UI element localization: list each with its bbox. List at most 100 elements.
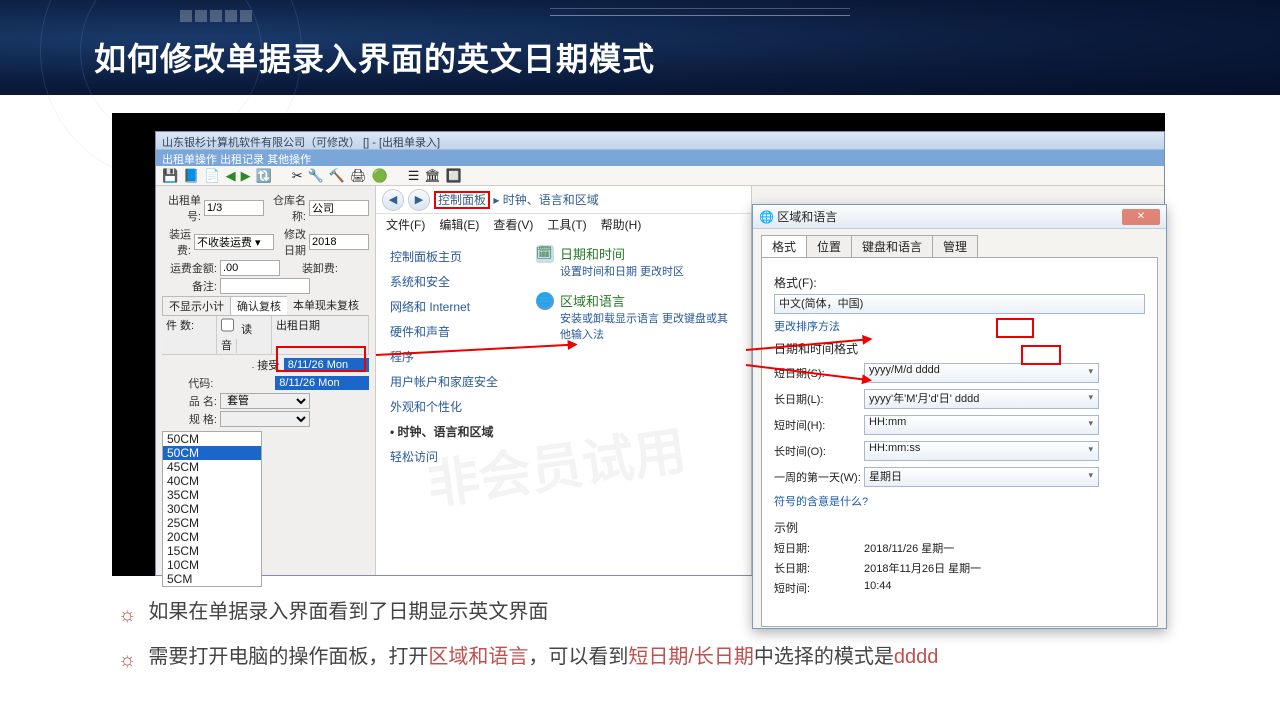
tab-hide[interactable]: 不显示小计 (162, 296, 231, 315)
sidebar-item-users[interactable]: 用户帐户和家庭安全 (388, 369, 518, 394)
app-titlebar: 山东银杉计算机软件有限公司（可修改） [] - [出租单录入] (156, 132, 1164, 150)
form-panel: 出租单号:仓库名称: 装运费:修改日期 运费金额:装卸费: 备注: 不显示小计 … (156, 186, 376, 575)
print-icon[interactable]: 🖨 (350, 168, 367, 184)
sidebar-item-network[interactable]: 网络和 Internet (388, 294, 518, 319)
size-listbox[interactable]: 50CM 50CM 45CM 40CM 35CM 30CM 25CM 20CM … (162, 431, 262, 587)
tool2-icon[interactable]: 🔨 (329, 168, 345, 184)
ex-ldate-val: 2018年11月26日 星期一 (864, 560, 981, 576)
select-firstday[interactable]: 星期日 (864, 467, 1099, 487)
tab-admin[interactable]: 管理 (932, 235, 978, 257)
tab-location[interactable]: 位置 (806, 235, 852, 257)
select-ship[interactable] (194, 234, 274, 250)
cp-item-region[interactable]: 🌐区域和语言 (536, 291, 739, 310)
cp-item-region-sub[interactable]: 安装或卸载显示语言 更改键盘或其他输入法 (560, 310, 739, 342)
ex-ldate-label: 长日期: (774, 560, 864, 576)
label-ship: 装运费: (162, 226, 191, 258)
ex-stime-val: 10:44 (864, 580, 892, 596)
label-name: 品 名: (162, 393, 217, 409)
sidebar-item-ease[interactable]: 轻松访问 (388, 444, 518, 469)
cp-sidebar: 控制面板主页 系统和安全 网络和 Internet 硬件和声音 程序 用户帐户和… (388, 244, 518, 469)
refresh-icon[interactable]: 🔃 (256, 168, 272, 184)
list-item[interactable]: 10CM (163, 558, 261, 572)
link-sort[interactable]: 更改排序方法 (774, 318, 1145, 334)
tool-icon[interactable]: 🔧 (308, 168, 324, 184)
next-icon[interactable]: ▶ (241, 168, 251, 184)
control-panel-window: ◀ ▶ 控制面板 ▸ 时钟、语言和区域 文件(F) 编辑(E) 查看(V) 工具… (376, 186, 752, 575)
prev-icon[interactable]: ◀ (226, 168, 236, 184)
list-item[interactable]: 5CM (163, 572, 261, 586)
code-date[interactable]: 8/11/26 Mon (275, 376, 369, 390)
cp-menubar[interactable]: 文件(F) 编辑(E) 查看(V) 工具(T) 帮助(H) (376, 214, 751, 234)
list-item[interactable]: 30CM (163, 502, 261, 516)
sidebar-item-system[interactable]: 系统和安全 (388, 269, 518, 294)
input-amt[interactable] (220, 260, 280, 276)
menu-tools[interactable]: 工具(T) (547, 216, 586, 233)
sidebar-item-appearance[interactable]: 外观和个性化 (388, 394, 518, 419)
sidebar-item-hardware[interactable]: 硬件和声音 (388, 319, 518, 344)
sidebar-item-clock[interactable]: 时钟、语言和区域 (388, 419, 518, 444)
menu-view[interactable]: 查看(V) (493, 216, 533, 233)
menu-file[interactable]: 文件(F) (386, 216, 425, 233)
sidebar-item-home[interactable]: 控制面板主页 (388, 244, 518, 269)
input-bill[interactable] (204, 200, 264, 216)
forward-icon[interactable]: ▶ (408, 189, 430, 211)
breadcrumb-clock[interactable]: 时钟、语言和区域 (503, 193, 599, 207)
list-item[interactable]: 20CM (163, 530, 261, 544)
app-toolbar[interactable]: 💾 📘 📄 ◀ ▶ 🔃 ✂ 🔧 🔨 🖨 🟢 ☰ 🏛 🔲 (156, 166, 1164, 186)
screenshot-container: 山东银杉计算机软件有限公司（可修改） [] - [出租单录入] 出租单操作 出租… (112, 113, 1165, 576)
input-wh[interactable] (309, 200, 369, 216)
select-name[interactable]: 套管 (220, 393, 310, 409)
close-icon[interactable]: ✕ (1122, 209, 1160, 225)
menu-edit[interactable]: 编辑(E) (439, 216, 479, 233)
select-ldate[interactable]: yyyy'年'M'月'd'日' dddd (864, 389, 1099, 409)
app-menu[interactable]: 出租单操作 出租记录 其他操作 (156, 150, 1164, 166)
label-ltime: 长时间(O): (774, 443, 864, 459)
app-window: 山东银杉计算机软件有限公司（可修改） [] - [出租单录入] 出租单操作 出租… (155, 131, 1165, 576)
save-icon[interactable]: 💾 (162, 168, 178, 184)
input-note[interactable] (220, 278, 310, 294)
link-symbols[interactable]: 符号的含意是什么? (774, 493, 1145, 509)
menu-help[interactable]: 帮助(H) (601, 216, 642, 233)
highlight-sdate-dddd (996, 318, 1034, 338)
tab-confirm[interactable]: 确认复核 (230, 296, 288, 315)
label-stime: 短时间(H): (774, 417, 864, 433)
label-code: 代码: (162, 375, 213, 391)
list-item[interactable]: 40CM (163, 474, 261, 488)
slide-title: 如何修改单据录入界面的英文日期模式 (94, 34, 655, 80)
list-item[interactable]: 25CM (163, 516, 261, 530)
col-count: 件 数: (162, 316, 217, 354)
select-spec[interactable] (220, 411, 310, 427)
list-icon[interactable]: ☰ (408, 168, 420, 184)
list-item[interactable]: 15CM (163, 544, 261, 558)
book-icon[interactable]: 📘 (183, 168, 199, 184)
chk-read[interactable] (221, 317, 234, 333)
pipe-icon[interactable]: 🔲 (446, 168, 462, 184)
list-item[interactable]: 45CM (163, 460, 261, 474)
bullet-1: 如果在单据录入界面看到了日期显示英文界面 (148, 594, 548, 630)
globe-icon: 🌐 (536, 292, 554, 310)
list-item[interactable]: 50CM (163, 446, 261, 460)
breadcrumb-cp[interactable]: 控制面板 (434, 191, 490, 209)
confirm-val: 本单现未复核 (287, 296, 365, 315)
highlight-datecell (276, 346, 366, 372)
select-sdate[interactable]: yyyy/M/d dddd (864, 363, 1099, 383)
label-amt: 运费金额: (162, 260, 217, 276)
globe-icon[interactable]: 🟢 (372, 168, 388, 184)
label-ldate: 长日期(L): (774, 391, 864, 407)
select-ltime[interactable]: HH:mm:ss (864, 441, 1099, 461)
back-icon[interactable]: ◀ (382, 189, 404, 211)
select-stime[interactable]: HH:mm (864, 415, 1099, 435)
page-icon[interactable]: 📄 (204, 168, 220, 184)
list-item[interactable]: 35CM (163, 488, 261, 502)
cut-icon[interactable]: ✂ (292, 168, 303, 184)
list-item[interactable]: 50CM (163, 432, 261, 446)
ex-stime-label: 短时间: (774, 580, 864, 596)
tab-format[interactable]: 格式 (761, 235, 807, 257)
input-mdate[interactable] (309, 234, 369, 250)
building-icon[interactable]: 🏛 (424, 168, 441, 184)
select-format[interactable]: 中文(简体，中国) (774, 294, 1145, 314)
cp-item-datetime[interactable]: 🗓日期和时间 (536, 244, 739, 263)
tab-keyboard[interactable]: 键盘和语言 (851, 235, 933, 257)
bullet-2: 需要打开电脑的操作面板，打开区域和语言，可以看到短日期/长日期中选择的模式是dd… (148, 639, 938, 675)
cp-item-datetime-sub[interactable]: 设置时间和日期 更改时区 (560, 263, 739, 279)
